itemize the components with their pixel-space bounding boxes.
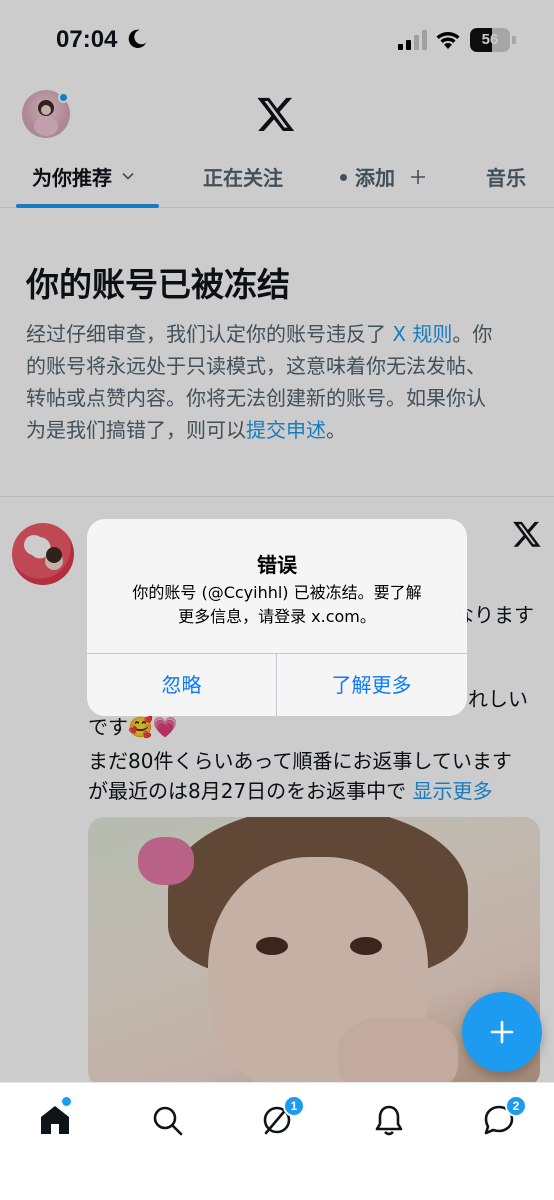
error-alert-dialog: 错误 你的账号 (@Ccyihhl) 已被冻结。要了解 更多信息，请登录 x.c… (87, 519, 467, 716)
home-icon[interactable] (38, 1103, 72, 1137)
bottom-navigation: 1 2 (0, 1082, 554, 1200)
alert-message-line: 更多信息，请登录 x.com。 (178, 607, 376, 626)
search-icon[interactable] (150, 1103, 184, 1137)
alert-title: 错误 (257, 553, 297, 577)
dismiss-button[interactable]: 忽略 (87, 654, 276, 716)
alert-message-line: 你的账号 (@Ccyihhl) 已被冻结。要了解 (132, 583, 422, 602)
grok-badge: 1 (283, 1095, 305, 1117)
notifications-icon[interactable] (372, 1103, 406, 1137)
home-new-dot (62, 1097, 71, 1106)
messages-badge: 2 (505, 1095, 527, 1117)
plus-icon (490, 1020, 514, 1044)
learn-more-button[interactable]: 了解更多 (277, 654, 466, 716)
alert-message: 你的账号 (@Ccyihhl) 已被冻结。要了解 更多信息，请登录 x.com。 (107, 581, 447, 629)
compose-post-button[interactable] (462, 992, 542, 1072)
